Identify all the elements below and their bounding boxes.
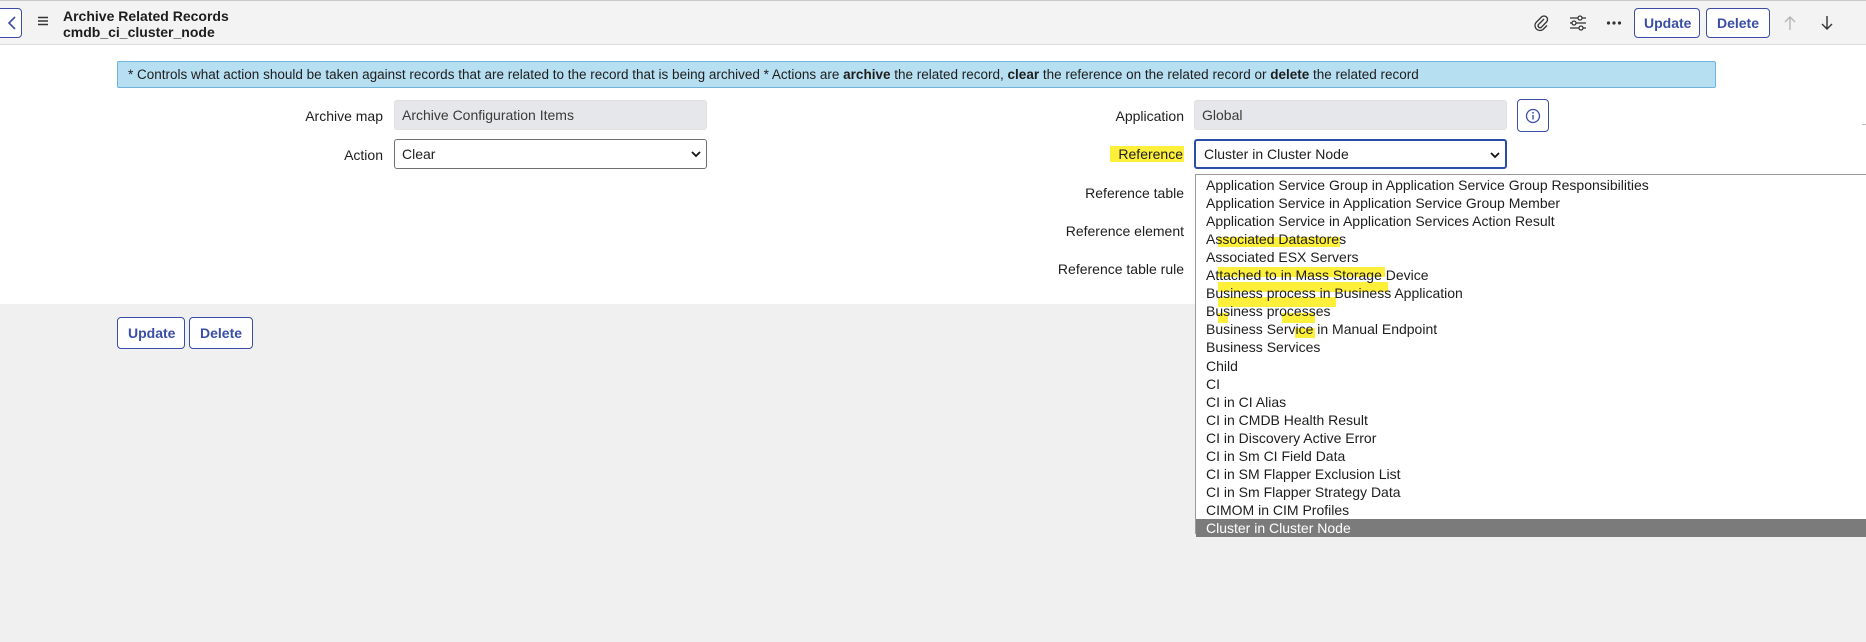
dropdown-option[interactable]: Business Services: [1196, 338, 1866, 356]
more-icon: [1606, 21, 1622, 25]
banner-text: the reference on the related record or: [1039, 67, 1271, 82]
dropdown-option[interactable]: CI in CMDB Health Result: [1196, 411, 1866, 429]
application-info-button[interactable]: [1517, 99, 1549, 132]
dropdown-option[interactable]: Business Service in Manual Endpoint: [1196, 320, 1866, 338]
banner-keyword-clear: clear: [1007, 67, 1040, 82]
scroll-edge: [1862, 124, 1866, 125]
dropdown-option[interactable]: Associated Datastores: [1196, 230, 1866, 248]
reference-select[interactable]: Cluster in Cluster Node: [1194, 139, 1507, 169]
delete-button-header[interactable]: Delete: [1706, 8, 1770, 38]
arrow-up-icon: [1784, 16, 1796, 30]
update-button-header[interactable]: Update: [1634, 8, 1700, 38]
dropdown-option[interactable]: Associated ESX Servers: [1196, 248, 1866, 266]
dropdown-option[interactable]: Child: [1196, 357, 1866, 375]
dropdown-option[interactable]: Business process in Business Application: [1196, 284, 1866, 302]
application-field[interactable]: Global: [1194, 100, 1507, 130]
previous-record-button[interactable]: [1780, 13, 1800, 33]
chevron-down-icon: [691, 151, 701, 158]
banner-keyword-archive: archive: [843, 67, 891, 82]
delete-button[interactable]: Delete: [189, 317, 253, 349]
dropdown-option[interactable]: CI: [1196, 375, 1866, 393]
archive-map-field[interactable]: Archive Configuration Items: [394, 100, 707, 130]
form-subtitle: cmdb_ci_cluster_node: [63, 24, 215, 40]
reference-select-value: Cluster in Cluster Node: [1204, 146, 1349, 162]
dropdown-option[interactable]: Cluster in Cluster Node: [1196, 518, 1866, 537]
dropdown-option[interactable]: Application Service in Application Servi…: [1196, 194, 1866, 212]
banner-text: the related record: [1309, 67, 1419, 82]
form-title-block: Archive Related Records cmdb_ci_cluster_…: [63, 8, 229, 40]
application-label: Application: [1115, 108, 1185, 124]
action-label: Action: [344, 147, 383, 163]
dropdown-option[interactable]: CI in Discovery Active Error: [1196, 429, 1866, 447]
reference-label: Reference: [1110, 146, 1184, 162]
banner-keyword-delete: delete: [1270, 67, 1310, 82]
form-header: Archive Related Records cmdb_ci_cluster_…: [0, 0, 1866, 45]
dropdown-option[interactable]: CI in Sm Flapper Strategy Data: [1196, 483, 1866, 501]
personalize-form-button[interactable]: [1568, 13, 1588, 33]
paperclip-icon: [1534, 15, 1549, 32]
dropdown-option[interactable]: Application Service Group in Application…: [1196, 176, 1866, 194]
attachment-button[interactable]: [1531, 13, 1551, 33]
dropdown-option[interactable]: Business processes: [1196, 302, 1866, 320]
dropdown-option[interactable]: CI in Sm CI Field Data: [1196, 447, 1866, 465]
chevron-down-icon: [1490, 152, 1500, 159]
reference-table-rule-label: Reference table rule: [1057, 261, 1184, 277]
reference-element-label: Reference element: [1065, 223, 1184, 239]
hamburger-menu-icon[interactable]: [36, 14, 50, 28]
banner-text: the related record,: [890, 67, 1008, 82]
reference-dropdown-list[interactable]: Application Service Group in Application…: [1195, 174, 1866, 537]
more-options-button[interactable]: [1604, 13, 1624, 33]
next-record-button[interactable]: [1817, 13, 1837, 33]
arrow-down-icon: [1821, 16, 1833, 30]
dropdown-option[interactable]: Attached to in Mass Storage Device: [1196, 266, 1866, 284]
chevron-left-icon: [7, 16, 16, 30]
sliders-icon: [1570, 15, 1586, 31]
action-select-value: Clear: [402, 146, 436, 162]
reference-table-label: Reference table: [1085, 185, 1184, 201]
form-title: Archive Related Records: [63, 8, 229, 24]
action-select[interactable]: Clear: [394, 139, 707, 169]
back-button[interactable]: [0, 8, 22, 38]
dropdown-option[interactable]: Application Service in Application Servi…: [1196, 212, 1866, 230]
archive-map-label: Archive map: [305, 108, 383, 124]
dropdown-option[interactable]: CI in CI Alias: [1196, 393, 1866, 411]
dropdown-option[interactable]: CI in SM Flapper Exclusion List: [1196, 465, 1866, 483]
banner-text: * Controls what action should be taken a…: [128, 67, 844, 82]
info-icon: [1525, 108, 1541, 123]
update-button[interactable]: Update: [117, 317, 185, 349]
info-banner: * Controls what action should be taken a…: [117, 61, 1716, 88]
dropdown-option[interactable]: CIMOM in CIM Profiles: [1196, 501, 1866, 519]
